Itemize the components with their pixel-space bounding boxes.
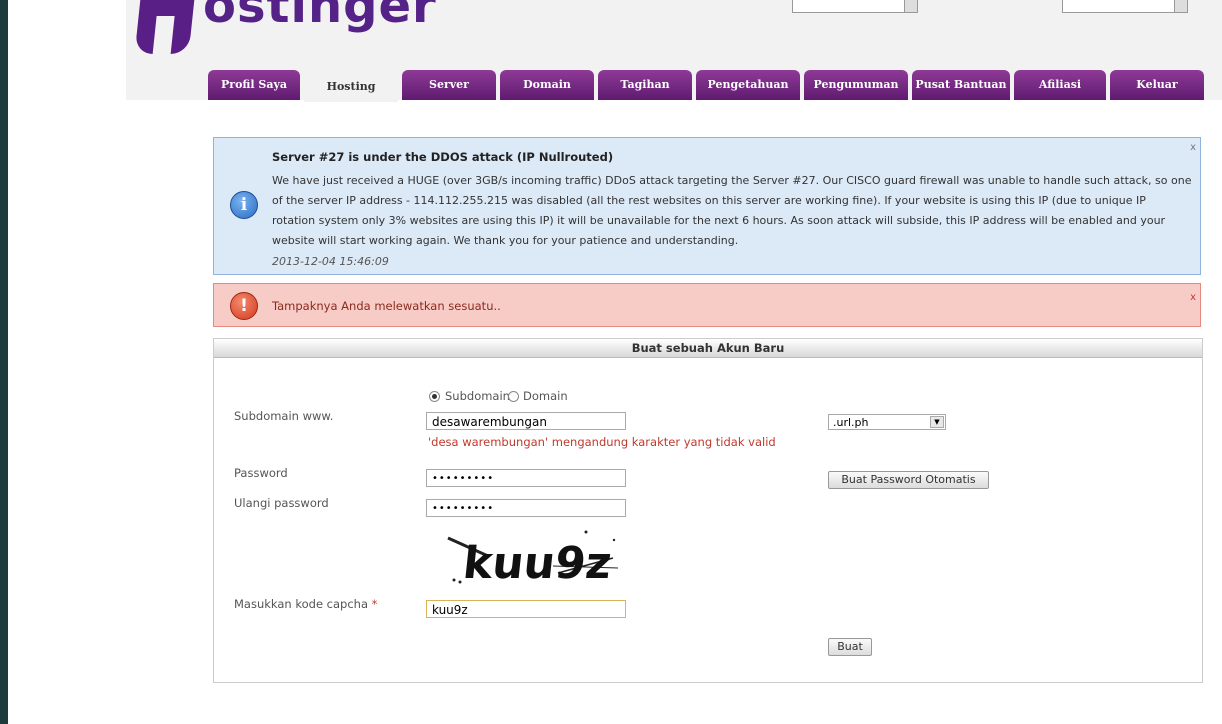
tab-domain[interactable]: Domain [500, 70, 594, 100]
alert-title: Server #27 is under the DDOS attack (IP … [272, 150, 614, 164]
subdomain-radio[interactable] [429, 391, 440, 402]
captcha-input[interactable]: kuu9z [426, 600, 626, 618]
alert-date: 2013-12-04 15:46:09 [272, 255, 389, 268]
password-input[interactable]: ••••••••• [426, 469, 626, 487]
auto-password-button[interactable]: Buat Password Otomatis [828, 471, 989, 489]
close-icon[interactable]: x [1190, 142, 1196, 153]
logo-text[interactable]: ostinger [203, 0, 437, 34]
domain-suffix-value: .url.ph [833, 416, 869, 429]
repeat-password-input[interactable]: ••••••••• [426, 499, 626, 517]
captcha-image: kuu9z [447, 530, 619, 588]
tab-afiliasi[interactable]: Afiliasi [1014, 70, 1106, 100]
domain-suffix-select[interactable]: .url.ph ▼ [828, 414, 946, 430]
error-icon: ! [230, 292, 258, 320]
domain-radio[interactable] [508, 391, 519, 402]
password-label: Password [234, 466, 288, 480]
language-select[interactable] [792, 0, 918, 13]
error-alert: ! x Tampaknya Anda melewatkan sesuatu.. [213, 283, 1201, 327]
error-message: Tampaknya Anda melewatkan sesuatu.. [272, 299, 501, 313]
captcha-noise-dot [452, 578, 456, 582]
captcha-label: Masukkan kode capcha * [234, 597, 377, 611]
tab-server[interactable]: Server [402, 70, 496, 100]
chevron-down-icon [1174, 0, 1187, 12]
subdomain-error: 'desa warembungan' mengandung karakter y… [428, 435, 776, 449]
account-select[interactable] [1062, 0, 1188, 13]
captcha-text: kuu9z [461, 538, 614, 588]
create-account-form: Buat sebuah Akun Baru [213, 338, 1203, 683]
captcha-label-text: Masukkan kode capcha [234, 597, 369, 611]
info-icon: i [230, 191, 258, 219]
ddos-info-alert: i x Server #27 is under the DDOS attack … [213, 137, 1201, 275]
chevron-down-icon: ▼ [930, 416, 944, 428]
required-mark: * [371, 597, 378, 611]
logo-mark[interactable] [134, 0, 196, 54]
form-title: Buat sebuah Akun Baru [214, 339, 1202, 358]
tab-hosting[interactable]: Hosting [304, 72, 398, 102]
chevron-down-icon [904, 0, 917, 12]
alert-body: We have just received a HUGE (over 3GB/s… [272, 174, 1192, 247]
close-icon[interactable]: x [1190, 292, 1196, 303]
repeat-password-label: Ulangi password [234, 496, 329, 510]
subdomain-input[interactable]: desawarembungan [426, 412, 626, 430]
tab-pengetahuan[interactable]: Pengetahuan [696, 70, 800, 100]
tab-pengumuman[interactable]: Pengumuman [804, 70, 908, 100]
tab-keluar[interactable]: Keluar [1110, 70, 1204, 100]
page: ostinger Profil Saya Hosting Server Doma… [8, 0, 1222, 724]
subdomain-label: Subdomain www. [234, 409, 334, 423]
domain-radio-label: Domain [523, 389, 568, 403]
tab-tagihan[interactable]: Tagihan [598, 70, 692, 100]
captcha-noise-dot [584, 530, 588, 534]
create-button[interactable]: Buat [828, 638, 872, 656]
tab-pusat-bantuan[interactable]: Pusat Bantuan [912, 70, 1010, 100]
subdomain-radio-label: Subdomain [445, 389, 510, 403]
tab-profil-saya[interactable]: Profil Saya [208, 70, 300, 100]
